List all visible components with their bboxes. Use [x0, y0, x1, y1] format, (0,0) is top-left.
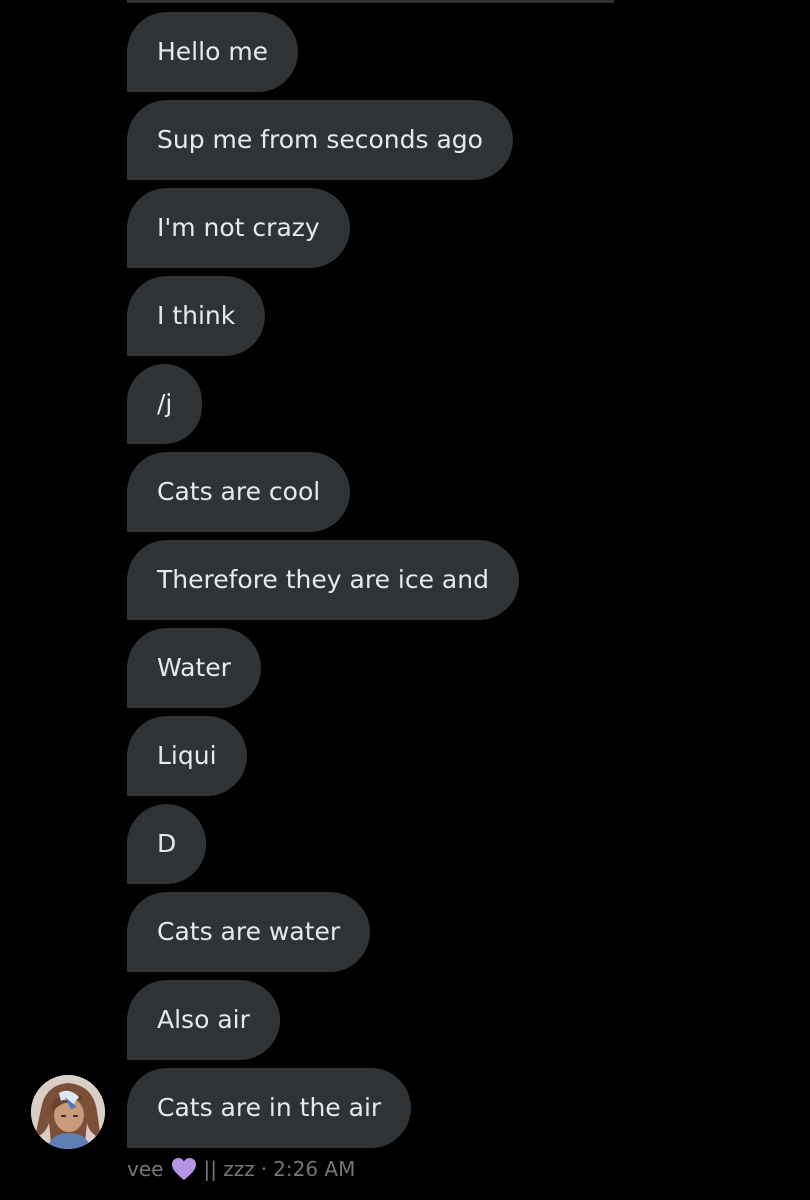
- message-bubble[interactable]: D: [127, 804, 207, 884]
- sender-avatar[interactable]: [31, 1075, 105, 1149]
- message-thread: Hello me Sup me from seconds ago I'm not…: [127, 12, 687, 1156]
- message-bubble[interactable]: I think: [127, 276, 266, 356]
- divider-line: [127, 0, 614, 3]
- purple-heart-icon: [171, 1157, 197, 1181]
- sender-name[interactable]: vee: [127, 1157, 163, 1181]
- message-timestamp: 2:26 AM: [273, 1157, 356, 1181]
- separator-dot: ·: [260, 1157, 268, 1181]
- message-bubble[interactable]: Cats are water: [127, 892, 371, 972]
- message-bubble[interactable]: Therefore they are ice and: [127, 540, 519, 620]
- sender-name-suffix: || zzz: [203, 1157, 255, 1181]
- message-bubble[interactable]: Cats are in the air: [127, 1068, 412, 1148]
- message-bubble[interactable]: /j: [127, 364, 203, 444]
- message-meta: vee || zzz · 2:26 AM: [127, 1155, 355, 1183]
- message-bubble[interactable]: Also air: [127, 980, 280, 1060]
- message-bubble[interactable]: Cats are cool: [127, 452, 351, 532]
- message-bubble[interactable]: Sup me from seconds ago: [127, 100, 513, 180]
- message-bubble[interactable]: I'm not crazy: [127, 188, 350, 268]
- message-bubble[interactable]: Hello me: [127, 12, 299, 92]
- avatar-image: [31, 1075, 105, 1149]
- message-bubble[interactable]: Liqui: [127, 716, 247, 796]
- message-bubble[interactable]: Water: [127, 628, 261, 708]
